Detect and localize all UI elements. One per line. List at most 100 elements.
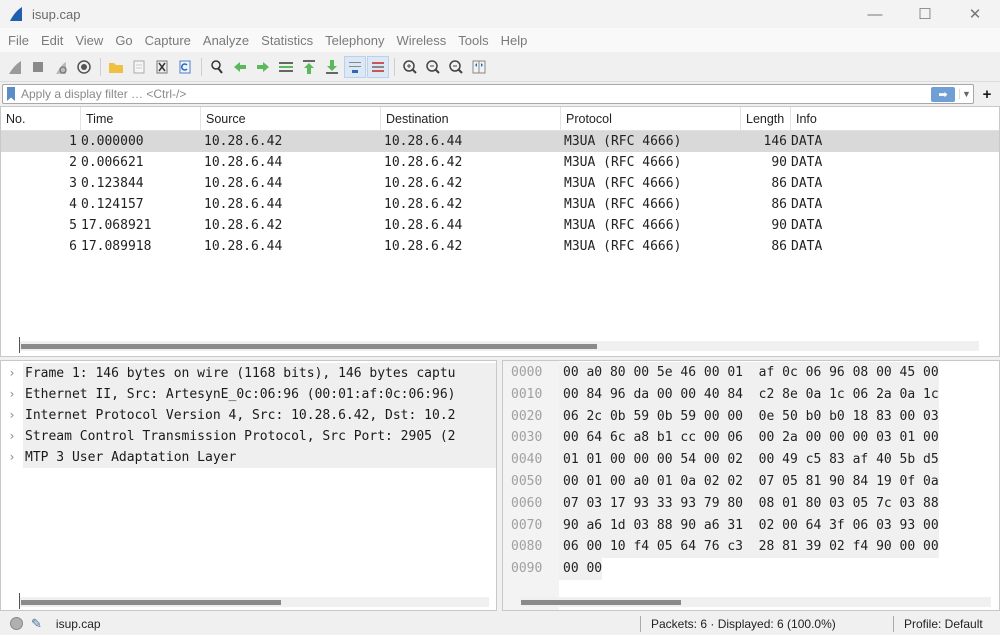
expand-arrow-icon[interactable]: › bbox=[1, 363, 23, 384]
column-length[interactable]: Length bbox=[741, 107, 791, 130]
column-no[interactable]: No. bbox=[1, 107, 81, 130]
scrollbar-thumb[interactable] bbox=[21, 344, 597, 349]
column-protocol[interactable]: Protocol bbox=[561, 107, 741, 130]
column-source[interactable]: Source bbox=[201, 107, 381, 130]
apply-filter-button[interactable]: ➡ bbox=[931, 86, 955, 102]
hex-row: 0030 00 64 6c a8 b1 cc 00 06 00 2a 00 00 … bbox=[503, 427, 999, 450]
menu-file[interactable]: File bbox=[2, 33, 35, 48]
hex-bytes[interactable]: 01 01 00 00 00 54 00 02 00 49 c5 83 af 4… bbox=[559, 449, 939, 471]
expert-info-icon[interactable] bbox=[10, 617, 23, 630]
hex-bytes[interactable]: 00 a0 80 00 5e 46 00 01 af 0c 06 96 08 0… bbox=[559, 362, 939, 384]
filter-history-dropdown[interactable]: ▼ bbox=[959, 89, 973, 99]
packet-bytes-pane: 0000 00 a0 80 00 5e 46 00 01 af 0c 06 96 … bbox=[502, 360, 1000, 611]
menu-bar: File Edit View Go Capture Analyze Statis… bbox=[0, 28, 1000, 52]
hex-row: 0020 06 2c 0b 59 0b 59 00 00 0e 50 b0 b0 … bbox=[503, 405, 999, 428]
reload-file-icon[interactable] bbox=[174, 56, 196, 78]
toolbar-separator bbox=[394, 57, 395, 76]
hex-row: 0090 00 00 bbox=[503, 558, 999, 580]
detail-item-label: Frame 1: 146 bytes on wire (1168 bits), … bbox=[23, 363, 496, 384]
column-info[interactable]: Info bbox=[791, 107, 999, 130]
hex-bytes[interactable]: 00 64 6c a8 b1 cc 00 06 00 2a 00 00 00 0… bbox=[559, 427, 939, 450]
details-hscrollbar[interactable] bbox=[19, 593, 489, 609]
detail-tree-item[interactable]: › Frame 1: 146 bytes on wire (1168 bits),… bbox=[1, 363, 496, 384]
start-capture-icon[interactable] bbox=[4, 56, 26, 78]
go-to-packet-icon[interactable] bbox=[275, 56, 297, 78]
hex-offset: 0000 bbox=[503, 362, 559, 384]
scrollbar-thumb[interactable] bbox=[521, 600, 681, 605]
hex-row: 0070 90 a6 1d 03 88 90 a6 31 02 00 64 3f … bbox=[503, 514, 999, 537]
menu-analyze[interactable]: Analyze bbox=[197, 33, 255, 48]
packet-info: DATA bbox=[791, 176, 823, 191]
detail-item-label: Internet Protocol Version 4, Src: 10.28.… bbox=[23, 405, 496, 426]
column-time[interactable]: Time bbox=[81, 107, 201, 130]
packet-no: 1 bbox=[69, 134, 77, 149]
packet-row[interactable]: 3 0.123844 10.28.6.44 10.28.6.42 M3UA (RFC 4… bbox=[1, 173, 999, 194]
open-file-icon[interactable] bbox=[105, 56, 127, 78]
capture-options-icon[interactable] bbox=[73, 56, 95, 78]
packet-row[interactable]: 1 0.000000 10.28.6.42 10.28.6.44 M3UA (RFC 4… bbox=[1, 131, 999, 152]
expand-arrow-icon[interactable]: › bbox=[1, 426, 23, 447]
detail-tree-item[interactable]: › Stream Control Transmission Protocol, S… bbox=[1, 426, 496, 447]
go-back-icon[interactable] bbox=[229, 56, 251, 78]
packet-list-hscrollbar[interactable] bbox=[19, 337, 979, 353]
hex-bytes[interactable]: 00 01 00 a0 01 0a 02 02 07 05 81 90 84 1… bbox=[559, 470, 939, 493]
expand-arrow-icon[interactable]: › bbox=[1, 405, 23, 426]
auto-scroll-icon[interactable] bbox=[344, 55, 366, 78]
packet-row[interactable]: 6 17.089918 10.28.6.44 10.28.6.42 M3UA (RFC … bbox=[1, 236, 999, 257]
packet-length: 86 bbox=[771, 239, 787, 254]
bytes-hscrollbar[interactable] bbox=[521, 597, 991, 607]
scrollbar-thumb[interactable] bbox=[21, 600, 281, 605]
menu-edit[interactable]: Edit bbox=[35, 33, 69, 48]
menu-wireless[interactable]: Wireless bbox=[390, 33, 452, 48]
resize-columns-icon[interactable] bbox=[468, 56, 490, 78]
menu-tools[interactable]: Tools bbox=[452, 33, 494, 48]
add-filter-button[interactable]: + bbox=[978, 86, 996, 103]
go-forward-icon[interactable] bbox=[252, 56, 274, 78]
packet-row[interactable]: 5 17.068921 10.28.6.42 10.28.6.44 M3UA (RFC … bbox=[1, 215, 999, 236]
hex-offset: 0050 bbox=[503, 470, 559, 493]
stop-capture-icon[interactable] bbox=[27, 56, 49, 78]
menu-go[interactable]: Go bbox=[109, 33, 138, 48]
hex-bytes[interactable]: 90 a6 1d 03 88 90 a6 31 02 00 64 3f 06 0… bbox=[559, 514, 939, 537]
menu-capture[interactable]: Capture bbox=[139, 33, 197, 48]
packet-row[interactable]: 4 0.124157 10.28.6.44 10.28.6.42 M3UA (RFC 4… bbox=[1, 194, 999, 215]
window-title: isup.cap bbox=[32, 6, 81, 22]
save-file-icon[interactable] bbox=[128, 56, 150, 78]
detail-tree-item[interactable]: › Internet Protocol Version 4, Src: 10.28… bbox=[1, 405, 496, 426]
filter-bookmark-icon[interactable] bbox=[7, 87, 15, 101]
zoom-in-icon[interactable] bbox=[399, 56, 421, 78]
packet-protocol: M3UA (RFC 4666) bbox=[564, 197, 682, 212]
menu-telephony[interactable]: Telephony bbox=[319, 33, 390, 48]
main-toolbar bbox=[0, 52, 1000, 82]
column-destination[interactable]: Destination bbox=[381, 107, 561, 130]
hex-bytes[interactable]: 00 00 bbox=[559, 558, 603, 580]
expand-arrow-icon[interactable]: › bbox=[1, 447, 23, 468]
hex-bytes[interactable]: 07 03 17 93 33 93 79 80 08 01 80 03 05 7… bbox=[559, 492, 939, 515]
menu-view[interactable]: View bbox=[69, 33, 109, 48]
detail-tree-item[interactable]: › MTP 3 User Adaptation Layer bbox=[1, 447, 496, 468]
restart-capture-icon[interactable] bbox=[50, 56, 72, 78]
find-packet-icon[interactable] bbox=[206, 56, 228, 78]
minimize-button[interactable]: — bbox=[850, 0, 900, 28]
zoom-normal-icon[interactable] bbox=[445, 56, 467, 78]
zoom-out-icon[interactable] bbox=[422, 56, 444, 78]
hex-bytes[interactable]: 06 00 10 f4 05 64 76 c3 28 81 39 02 f4 9… bbox=[559, 536, 939, 559]
menu-help[interactable]: Help bbox=[495, 33, 534, 48]
hex-bytes[interactable]: 06 2c 0b 59 0b 59 00 00 0e 50 b0 b0 18 8… bbox=[559, 405, 939, 428]
close-file-icon[interactable] bbox=[151, 56, 173, 78]
display-filter-input[interactable] bbox=[21, 87, 931, 101]
packet-row[interactable]: 2 0.006621 10.28.6.44 10.28.6.42 M3UA (RFC 4… bbox=[1, 152, 999, 173]
hex-bytes[interactable]: 00 84 96 da 00 00 40 84 c2 8e 0a 1c 06 2… bbox=[559, 383, 939, 406]
go-first-icon[interactable] bbox=[298, 56, 320, 78]
detail-tree-item[interactable]: › Ethernet II, Src: ArtesynE_0c:06:96 (00… bbox=[1, 384, 496, 405]
maximize-button[interactable]: ☐ bbox=[900, 0, 950, 28]
capture-comment-icon[interactable]: ✎ bbox=[31, 616, 42, 632]
hex-offset: 0080 bbox=[503, 536, 559, 559]
menu-statistics[interactable]: Statistics bbox=[255, 33, 319, 48]
close-button[interactable]: ✕ bbox=[950, 0, 1000, 28]
go-last-icon[interactable] bbox=[321, 56, 343, 78]
expand-arrow-icon[interactable]: › bbox=[1, 384, 23, 405]
status-profile[interactable]: Profile: Default bbox=[900, 617, 1000, 631]
packet-time: 0.123844 bbox=[81, 176, 144, 191]
colorize-icon[interactable] bbox=[367, 55, 389, 78]
